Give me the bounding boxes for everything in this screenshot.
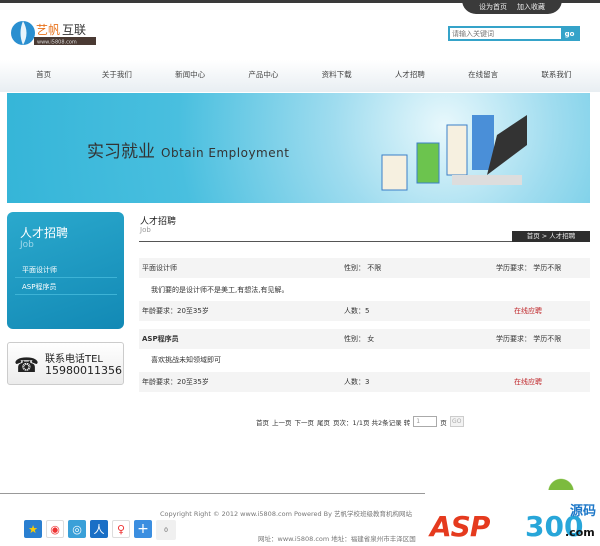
job-education: 学历要求： 学历不限 bbox=[496, 264, 562, 272]
page-go-button[interactable]: GO bbox=[449, 416, 464, 427]
job-footer-row: 年龄要求：20至35岁 人数：3 在线应聘 bbox=[139, 372, 590, 392]
address: 网址：www.i5808.com 地址：福建省泉州市丰泽区国 bbox=[258, 535, 416, 543]
job-header-row: ASP程序员 性别： 女 学历要求： 学历不限 bbox=[139, 329, 590, 349]
job-gender: 性别： 女 bbox=[344, 335, 375, 343]
people-image bbox=[532, 462, 590, 492]
renren-share-icon[interactable]: 人 bbox=[90, 520, 108, 538]
job-footer-row: 年龄要求：20至35岁 人数：5 在线应聘 bbox=[139, 301, 590, 321]
logo[interactable]: www.i5808.com 艺帆 互联 bbox=[10, 16, 100, 50]
top-links: 设为首页 加入收藏 bbox=[462, 0, 562, 14]
job-count: 人数：3 bbox=[344, 378, 370, 386]
add-favorite-link[interactable]: 加入收藏 bbox=[517, 2, 545, 12]
more-share-icon[interactable]: + bbox=[134, 520, 152, 538]
first-page-link[interactable]: 首页 bbox=[256, 417, 269, 427]
nav-news[interactable]: 新闻中心 bbox=[154, 60, 227, 92]
job-age: 年龄要求：20至35岁 bbox=[142, 307, 209, 315]
svg-text:艺帆: 艺帆 bbox=[36, 22, 60, 37]
tencent-weibo-share-icon[interactable]: ◎ bbox=[68, 520, 86, 538]
job-name: 平面设计师 bbox=[142, 264, 177, 272]
job-education: 学历要求： 学历不限 bbox=[496, 335, 562, 343]
share-bar: ★ ◉ ◎ 人 ♀ + 0 bbox=[24, 520, 176, 540]
weibo-share-icon[interactable]: ◉ bbox=[46, 520, 64, 538]
nav-home[interactable]: 首页 bbox=[7, 60, 80, 92]
main-nav: 首页 关于我们 新闻中心 产品中心 资料下载 人才招聘 在线留言 联系我们 bbox=[0, 60, 600, 92]
svg-text:互联: 互联 bbox=[62, 23, 86, 37]
search-input[interactable] bbox=[450, 28, 561, 39]
banner-title: 实习就业 Obtain Employment bbox=[87, 137, 289, 162]
sidebar-title: 人才招聘 bbox=[20, 226, 69, 240]
banner-subtitle: Obtain Employment bbox=[161, 146, 290, 160]
svg-text:www.i5808.com: www.i5808.com bbox=[37, 40, 77, 46]
page-info: 页次：1/1页 共2条记录 转 bbox=[333, 418, 411, 427]
copyright: Copyright Right © 2012 www.i5808.com Pow… bbox=[160, 510, 413, 518]
banner-title-cn: 实习就业 bbox=[87, 142, 155, 162]
page-number-input[interactable] bbox=[413, 416, 438, 427]
page-unit: 页 bbox=[440, 418, 447, 427]
sidebar-subtitle: Job bbox=[20, 240, 34, 250]
sidebar-item-graphic-designer[interactable]: 平面设计师 bbox=[15, 262, 117, 278]
sidebar-item-asp-programmer[interactable]: ASP程序员 bbox=[15, 279, 117, 295]
nav-jobs[interactable]: 人才招聘 bbox=[373, 60, 446, 92]
job-desc-row: 我们要的是设计师不是美工,有想法,有见解。 bbox=[139, 280, 590, 300]
phone-number: 15980011356 bbox=[45, 364, 122, 377]
job-desc: 喜欢挑战未知领域即可 bbox=[151, 356, 221, 364]
kaixin-share-icon[interactable]: ♀ bbox=[112, 520, 130, 538]
job-gender: 性别： 不限 bbox=[344, 264, 382, 272]
job-header-row: 平面设计师 性别： 不限 学历要求： 学历不限 bbox=[139, 258, 590, 278]
phone-label: 联系电话TEL bbox=[45, 354, 103, 365]
prev-page-link[interactable]: 上一页 bbox=[272, 417, 292, 427]
set-homepage-link[interactable]: 设为首页 bbox=[479, 2, 507, 12]
nav-contact[interactable]: 联系我们 bbox=[520, 60, 593, 92]
apply-link[interactable]: 在线应聘 bbox=[514, 372, 542, 392]
apply-link[interactable]: 在线应聘 bbox=[514, 301, 542, 321]
banner-laptop-image bbox=[381, 115, 527, 191]
share-count: 0 bbox=[156, 520, 176, 540]
phone-box: ☎ 联系电话TEL 15980011356 bbox=[7, 342, 124, 385]
job-count: 人数：5 bbox=[344, 307, 370, 315]
search-button[interactable]: go bbox=[561, 28, 578, 39]
last-page-link[interactable]: 尾页 bbox=[317, 417, 330, 427]
qzone-share-icon[interactable]: ★ bbox=[24, 520, 42, 538]
telephone-icon: ☎ bbox=[14, 353, 39, 377]
nav-downloads[interactable]: 资料下载 bbox=[300, 60, 373, 92]
nav-products[interactable]: 产品中心 bbox=[227, 60, 300, 92]
next-page-link[interactable]: 下一页 bbox=[295, 417, 315, 427]
job-age: 年龄要求：20至35岁 bbox=[142, 378, 209, 386]
banner: 实习就业 Obtain Employment bbox=[7, 93, 590, 203]
job-name: ASP程序员 bbox=[142, 335, 179, 343]
job-desc-row: 喜欢挑战未知领域即可 bbox=[139, 350, 590, 370]
search-form: go bbox=[448, 26, 580, 41]
breadcrumb[interactable]: 首页 > 人才招聘 bbox=[512, 231, 590, 242]
pagination: 首页 上一页 下一页 尾页 页次：1/1页 共2条记录 转 页 GO bbox=[256, 416, 464, 427]
nav-message[interactable]: 在线留言 bbox=[447, 60, 520, 92]
job-desc: 我们要的是设计师不是美工,有想法,有见解。 bbox=[151, 286, 289, 294]
page-subtitle: Job bbox=[140, 226, 151, 234]
nav-about[interactable]: 关于我们 bbox=[80, 60, 153, 92]
sidebar: 人才招聘 Job 平面设计师 ASP程序员 bbox=[7, 212, 124, 329]
watermark-logo: ASP 300 源码 .com bbox=[425, 490, 600, 546]
